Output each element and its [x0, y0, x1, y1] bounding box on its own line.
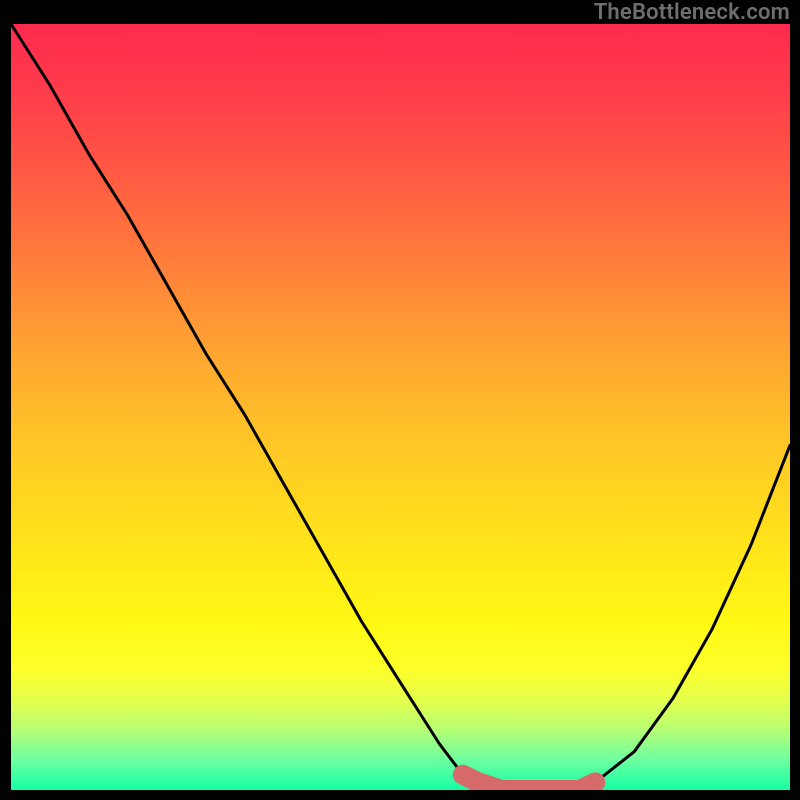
bottleneck-curve: [11, 24, 790, 790]
chart-frame: TheBottleneck.com: [0, 0, 800, 800]
plot-area: [11, 24, 790, 790]
watermark-text: TheBottleneck.com: [594, 0, 790, 25]
curve-group: [11, 24, 790, 790]
optimal-band: [463, 775, 596, 790]
bottleneck-curve-svg: [11, 24, 790, 790]
